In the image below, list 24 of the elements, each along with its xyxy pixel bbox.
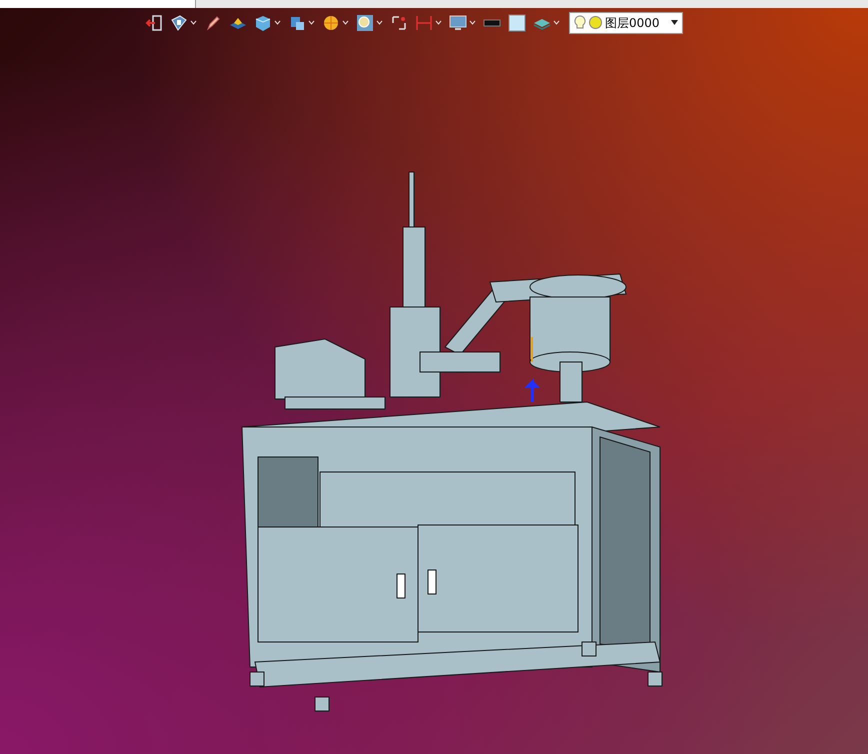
exit-icon <box>145 14 163 32</box>
caret-icon <box>376 20 383 25</box>
fill-color-icon <box>508 14 526 32</box>
lightbulb-icon <box>574 14 586 30</box>
ball-icon <box>322 14 340 32</box>
dropdown-arrow-icon <box>671 20 678 25</box>
monitor-icon <box>449 14 467 32</box>
caret-icon <box>274 20 281 25</box>
caret-icon <box>308 20 315 25</box>
zoom-icon <box>356 14 374 32</box>
caret-icon <box>435 20 442 25</box>
layer-name: 图层0000 <box>605 14 660 32</box>
cube-icon <box>254 14 272 32</box>
toolbar-button[interactable] <box>506 12 528 34</box>
layer-dropdown[interactable]: 图层0000 <box>569 12 683 34</box>
select-icon <box>390 14 408 32</box>
pencil-icon <box>204 14 222 32</box>
cube-view-icon <box>170 14 188 32</box>
sun-icon <box>588 15 603 30</box>
caret-icon <box>469 20 476 25</box>
caret-icon <box>342 20 349 25</box>
caret-icon <box>553 20 560 25</box>
caret-icon <box>190 20 197 25</box>
dimension-icon <box>415 14 433 32</box>
